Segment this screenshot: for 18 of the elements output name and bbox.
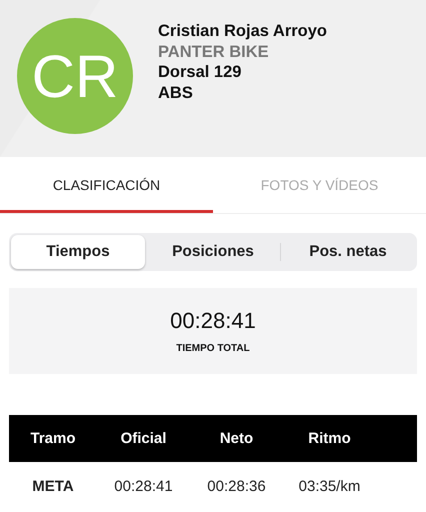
- runner-name: Cristian Rojas Arroyo: [158, 21, 328, 42]
- table-cell-text: 00:28:36: [206, 478, 267, 494]
- bib-number: Dorsal 129: [158, 62, 242, 82]
- column-header: Oficial: [120, 430, 168, 447]
- total-time: 00:28:41: [170, 308, 256, 334]
- column-header: Tramo: [29, 430, 76, 447]
- table-cell-text: 03:35/km: [298, 478, 362, 494]
- segment-tab[interactable]: Tiempos: [11, 235, 145, 269]
- table-cell-text: META: [31, 478, 75, 494]
- category: ABS: [158, 82, 194, 103]
- total-time-label: TIEMPO TOTAL: [176, 343, 250, 354]
- table-cell-text: 00:28:41: [113, 478, 174, 494]
- column-header: Neto: [218, 430, 254, 447]
- segment-tab[interactable]: Posiciones: [146, 235, 280, 269]
- segment-tab[interactable]: Pos. netas: [281, 235, 415, 269]
- column-header: Ritmo: [307, 430, 352, 447]
- team-name: PANTER BIKE: [158, 42, 270, 62]
- tab[interactable]: CLASIFICACIÓN: [0, 157, 213, 213]
